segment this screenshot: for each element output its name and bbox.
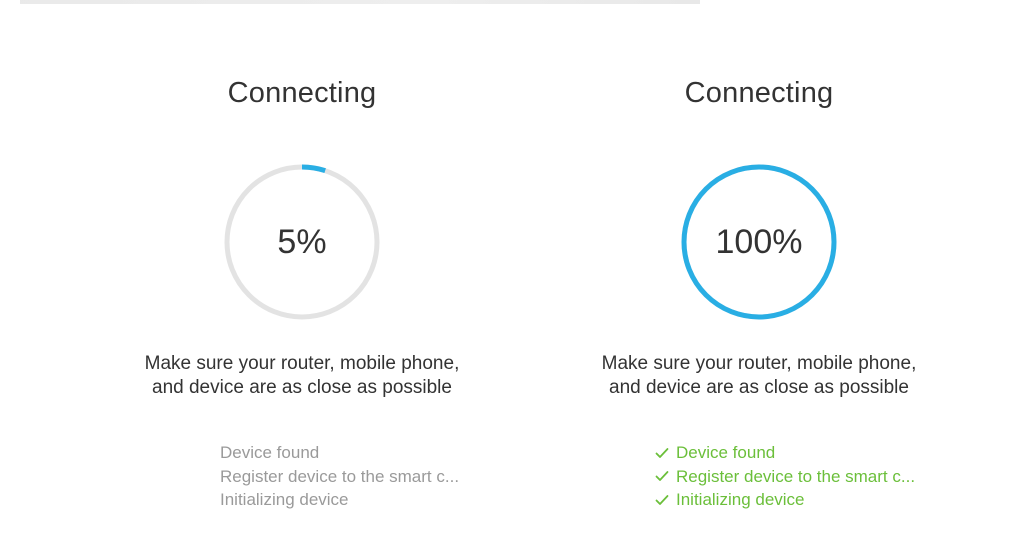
connecting-title: Connecting (684, 77, 834, 109)
connection-steps-list: Device found Register device to the smar… (220, 441, 459, 512)
proximity-hint: Make sure your router, mobile phone, and… (549, 352, 969, 400)
step-device-found: Device found (655, 441, 915, 465)
step-device-found: Device found (220, 441, 459, 465)
proximity-hint-line-1: Make sure your router, mobile phone, (144, 353, 460, 374)
progress-percent-label: 100% (715, 223, 803, 261)
check-icon (655, 471, 669, 482)
progress-ring: 5% (222, 162, 382, 322)
step-register-device: Register device to the smart c... (220, 465, 459, 489)
step-label: Initializing device (220, 490, 349, 509)
step-label: Device found (676, 443, 776, 462)
progress-ring: 100% (679, 162, 839, 322)
check-icon (655, 447, 669, 458)
connecting-panel-in-progress: Connecting 5% Make sure your router, mob… (92, 0, 512, 554)
step-label: Initializing device (676, 490, 805, 509)
step-initializing-device: Initializing device (220, 488, 459, 512)
connecting-title: Connecting (227, 77, 377, 109)
step-label: Register device to the smart c... (220, 466, 460, 486)
connecting-panel-complete: Connecting 100% Make sure your router, m… (549, 0, 969, 554)
step-label: Register device to the smart c... (676, 466, 916, 486)
progress-percent-label: 5% (277, 223, 327, 261)
check-icon (655, 494, 669, 505)
proximity-hint-line-2: and device are as close as possible (152, 377, 452, 398)
connection-steps-list: Device found Register device to the smar… (655, 441, 915, 512)
proximity-hint-line-2: and device are as close as possible (609, 377, 909, 398)
connection-progress-screen: Connecting 5% Make sure your router, mob… (0, 0, 1024, 554)
proximity-hint-line-1: Make sure your router, mobile phone, (601, 353, 917, 374)
proximity-hint: Make sure your router, mobile phone, and… (92, 352, 512, 400)
step-initializing-device: Initializing device (655, 488, 915, 512)
step-label: Device found (220, 443, 320, 462)
step-register-device: Register device to the smart c... (655, 465, 915, 489)
